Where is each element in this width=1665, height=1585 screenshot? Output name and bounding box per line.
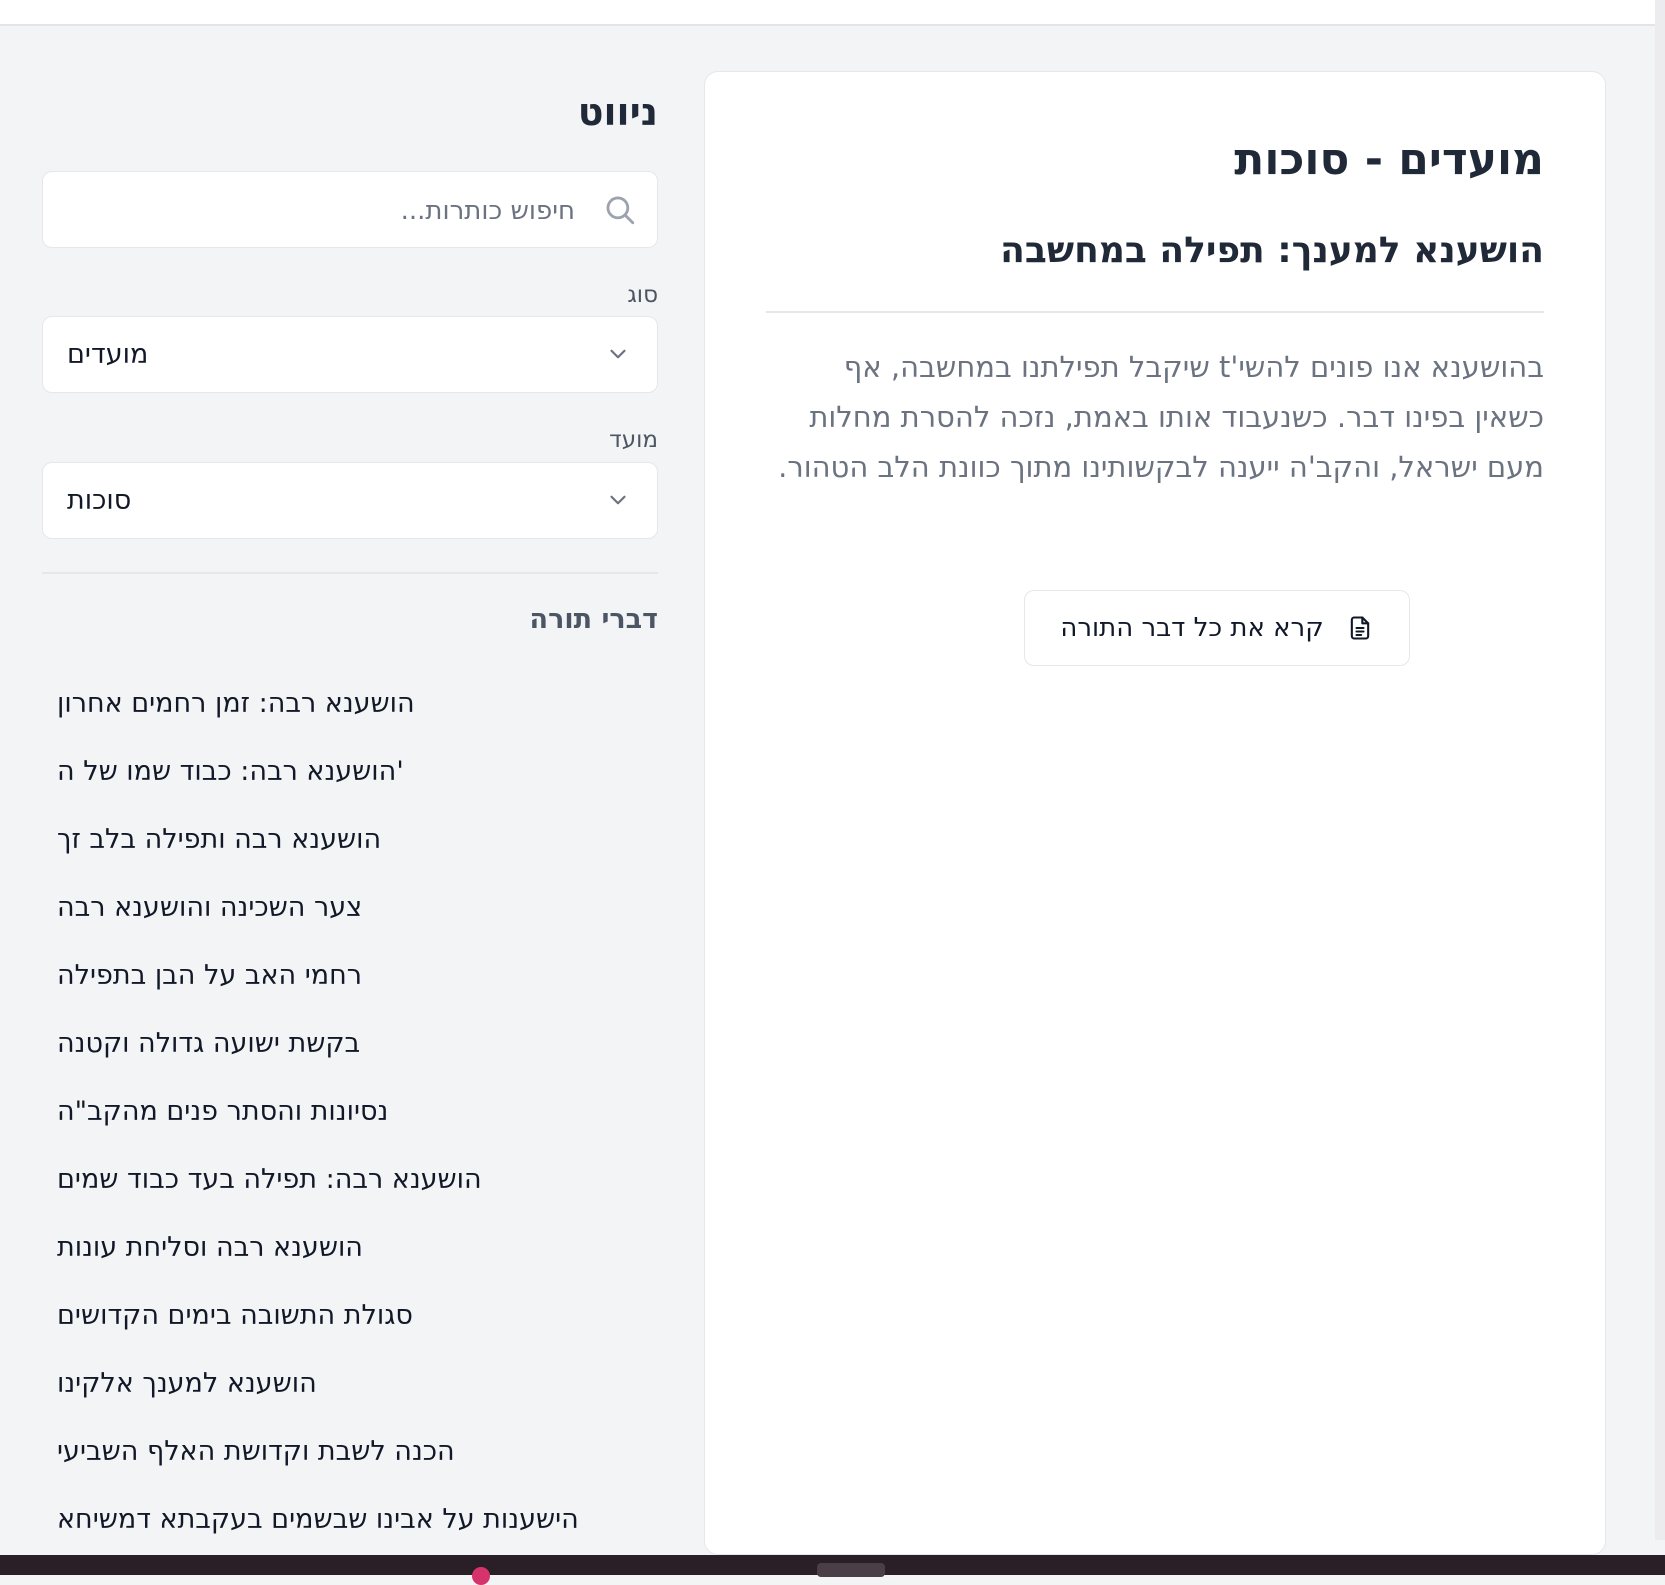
list-item[interactable]: סגולת התשובה בימים הקדושים — [42, 1266, 658, 1334]
page-scrollbar[interactable] — [1655, 0, 1665, 1540]
list-item[interactable]: צער השכינה והושענא רבה — [42, 858, 658, 926]
list-item[interactable]: בקשת ישועה גדולה וקטנה — [42, 994, 658, 1062]
list-item[interactable]: הושענא רבה וסליחת עונות — [42, 1198, 658, 1266]
list-item[interactable]: הכנה לשבת וקדושת האלף השביעי — [42, 1402, 658, 1470]
read-full-button[interactable]: קרא את כל דבר התורה — [1024, 590, 1410, 666]
list-item[interactable]: הושענא רבה: כבוד שמו של ה' — [42, 722, 658, 790]
search-icon — [606, 196, 635, 225]
sidebar-divider — [42, 572, 658, 574]
article-subtitle: הושענא למענך: תפילה במחשבה — [1000, 230, 1544, 271]
torah-list: הושענא רבה: זמן רחמים אחרון הושענא רבה: … — [42, 654, 658, 1538]
search-input[interactable] — [53, 172, 577, 249]
sidebar-title: ניווט — [577, 90, 658, 134]
os-taskbar — [0, 1555, 1665, 1585]
list-item[interactable]: הישענות על אבינו שבשמים בעקבתא דמשיחא — [42, 1470, 658, 1538]
navigation-sidebar: ניווט סוג מועדים מועד סוכות דברי תורה הו… — [42, 0, 658, 1555]
list-item[interactable]: הושענא רבה ותפילה בלב זך — [42, 790, 658, 858]
page-title: מועדים - סוכות — [1234, 134, 1544, 185]
holiday-select-value: סוכות — [67, 485, 132, 516]
list-item[interactable]: נסיונות והסתר פנים מהקב"ה — [42, 1062, 658, 1130]
list-item[interactable]: הושענא רבה: זמן רחמים אחרון — [42, 654, 658, 722]
list-item[interactable]: הושענא למענך אלקינו — [42, 1334, 658, 1402]
chevron-down-icon — [610, 349, 626, 359]
article-summary: בהושענא אנו פונים להשי't שיקבל תפילתנו ב… — [778, 350, 1544, 484]
read-full-button-label: קרא את כל דבר התורה — [1060, 613, 1324, 643]
type-filter-label: סוג — [627, 282, 658, 308]
type-select[interactable]: מועדים — [42, 316, 658, 393]
content-divider — [766, 311, 1544, 313]
search-box[interactable] — [42, 171, 658, 249]
holiday-filter-label: מועד — [609, 427, 658, 453]
chevron-down-icon — [610, 495, 626, 505]
list-item[interactable]: רחמי האב על הבן בתפילה — [42, 926, 658, 994]
list-item[interactable]: הושענא רבה: תפילה בעד כבוד שמים — [42, 1130, 658, 1198]
holiday-select[interactable]: סוכות — [42, 462, 658, 539]
section-label: דברי תורה — [529, 604, 658, 635]
app-icon[interactable] — [472, 1567, 490, 1585]
document-icon — [1350, 616, 1369, 640]
content-card: מועדים - סוכות הושענא למענך: תפילה במחשב… — [704, 71, 1606, 1555]
type-select-value: מועדים — [67, 339, 149, 370]
